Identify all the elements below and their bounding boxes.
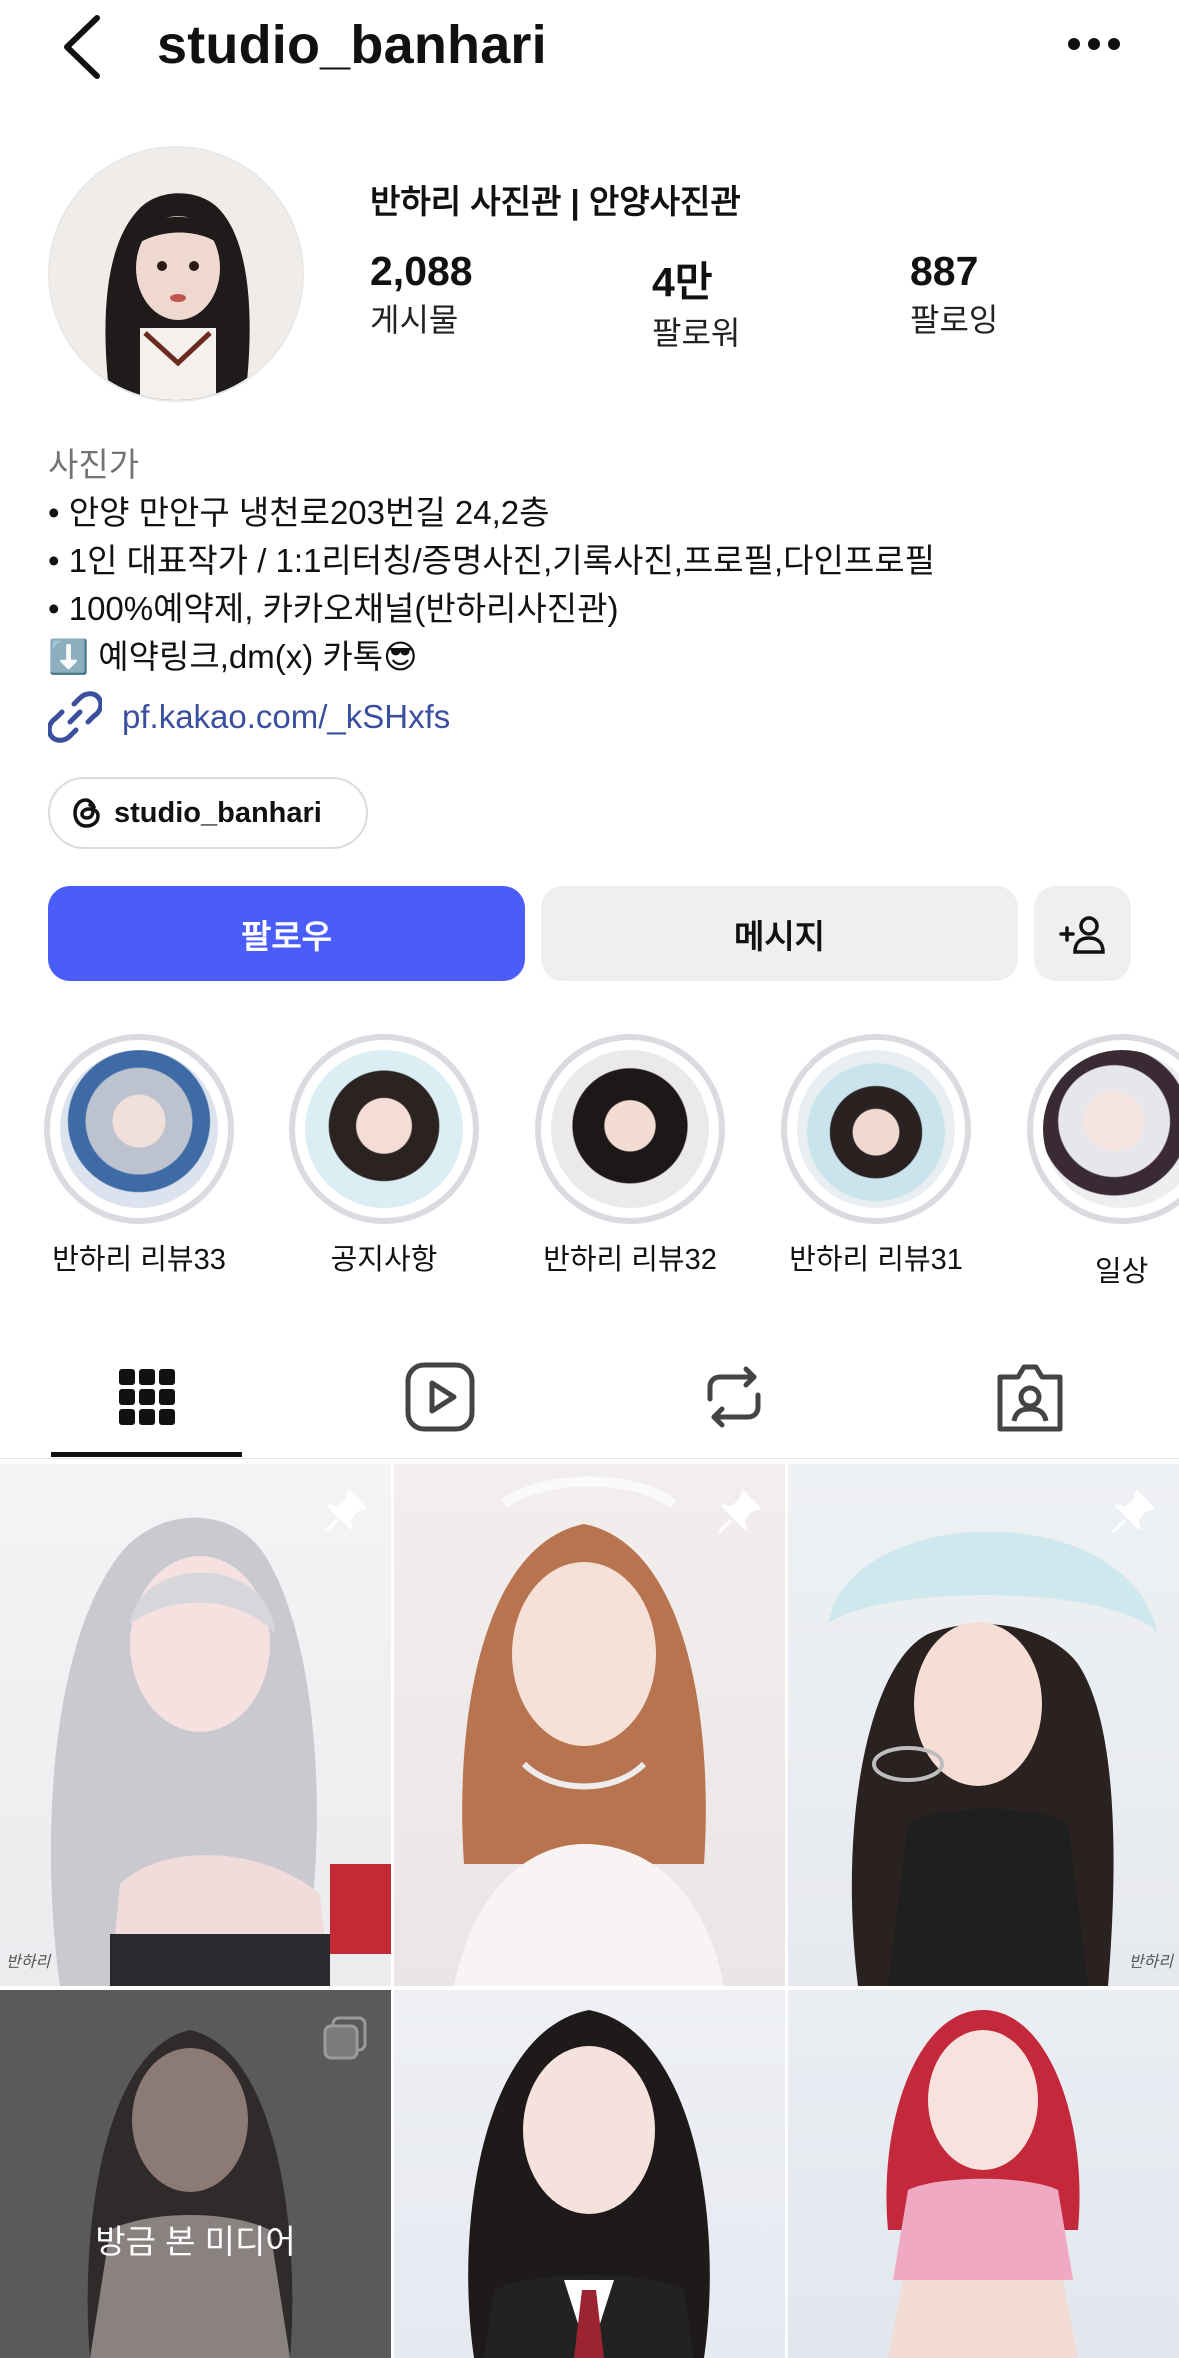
photographer-signature: 반하리 <box>1128 1952 1173 1971</box>
highlight-label: 일상 <box>1095 1256 1149 1288</box>
reels-icon <box>405 1362 475 1432</box>
profile-avatar[interactable] <box>48 146 304 402</box>
tab-grid[interactable] <box>107 1357 187 1437</box>
tab-reels[interactable] <box>400 1357 480 1437</box>
profile-display-name: 반하리 사진관 | 안양사진관 <box>370 183 741 220</box>
stat-posts-count: 2,088 <box>370 248 473 294</box>
active-tab-indicator <box>51 1452 242 1457</box>
back-button[interactable] <box>55 12 115 82</box>
stat-following-label: 팔로잉 <box>910 302 999 338</box>
highlight-ring <box>781 1034 971 1224</box>
threads-badge[interactable]: studio_banhari <box>48 777 368 849</box>
stat-followers[interactable]: 4만 팔로워 <box>652 248 740 354</box>
profile-link[interactable]: pf.kakao.com/_kSHxfs <box>48 690 450 744</box>
profile-category: 사진가 <box>48 446 140 483</box>
stat-followers-label: 팔로워 <box>652 315 741 351</box>
highlight-item[interactable]: 반하리 리뷰32 <box>535 1034 725 1278</box>
pin-icon <box>323 1490 367 1534</box>
stat-posts-label: 게시물 <box>370 302 459 338</box>
profile-username: studio_banhari <box>157 15 547 75</box>
highlight-cover <box>1043 1050 1179 1208</box>
bio-line: • 안양 만안구 냉천로203번길 24,2층 <box>48 494 550 531</box>
highlight-item[interactable]: 반하리 리뷰31 <box>781 1034 971 1278</box>
highlight-item[interactable] <box>1027 1034 1179 1224</box>
post-image <box>454 1476 724 1986</box>
highlight-ring <box>44 1034 234 1224</box>
bio-line: • 100%예약제, 카카오채널(반하리사진관) <box>48 590 619 627</box>
repost-icon <box>707 1366 761 1428</box>
message-button[interactable]: 메시지 <box>541 886 1018 981</box>
highlight-label: 반하리 리뷰33 <box>52 1244 226 1276</box>
post-tile[interactable] <box>394 1990 785 2358</box>
grid-icon <box>119 1369 175 1425</box>
highlight-label: 반하리 리뷰31 <box>789 1244 963 1276</box>
bio-line: • 1인 대표작가 / 1:1리터칭/증명사진,기록사진,프로필,다인프로필 <box>48 542 935 579</box>
avatar-image <box>50 148 302 400</box>
suggest-users-button[interactable] <box>1034 886 1131 981</box>
highlight-ring <box>1027 1034 1179 1224</box>
post-tile[interactable] <box>788 1990 1179 2358</box>
tab-reposts[interactable] <box>694 1357 774 1437</box>
post-tile[interactable]: 반하리 <box>0 1464 391 1986</box>
highlight-cover <box>797 1050 955 1208</box>
tagged-icon <box>997 1364 1063 1432</box>
post-tile[interactable]: 반하리 <box>788 1464 1179 1986</box>
stat-following[interactable]: 887 팔로잉 <box>910 248 998 341</box>
bio-line: ⬇️ 예약링크,dm(x) 카톡😎 <box>48 638 418 675</box>
stat-following-count: 887 <box>910 248 979 294</box>
post-tile[interactable] <box>394 1464 785 1986</box>
photographer-signature: 반하리 <box>6 1952 51 1971</box>
chevron-left-icon <box>64 15 100 79</box>
add-person-icon <box>1058 915 1105 954</box>
tab-tagged[interactable] <box>990 1357 1070 1437</box>
highlight-cover <box>305 1050 463 1208</box>
pin-icon <box>1111 1490 1155 1534</box>
recent-media-label: 방금 본 미디어 <box>95 2223 296 2260</box>
highlight-cover <box>551 1050 709 1208</box>
threads-handle: studio_banhari <box>114 796 322 829</box>
highlight-item[interactable]: 반하리 리뷰33 <box>44 1034 234 1278</box>
post-image <box>828 1531 1158 1986</box>
highlight-ring <box>289 1034 479 1224</box>
highlight-label: 공지사항 <box>330 1244 438 1276</box>
carousel-icon <box>323 2016 367 2060</box>
post-image <box>886 2010 1080 2358</box>
stat-followers-count: 4만 <box>652 259 713 305</box>
divider <box>0 1458 1179 1459</box>
threads-icon <box>73 798 100 828</box>
pin-icon <box>717 1490 761 1534</box>
post-image <box>50 1517 391 1986</box>
highlight-label: 반하리 리뷰32 <box>543 1244 717 1276</box>
stat-posts[interactable]: 2,088 게시물 <box>370 248 473 341</box>
highlight-ring <box>535 1034 725 1224</box>
highlight-item[interactable]: 공지사항 <box>289 1034 479 1278</box>
more-options-button[interactable] <box>1066 30 1122 60</box>
post-image <box>468 2010 710 2358</box>
link-icon <box>48 691 102 743</box>
highlight-cover <box>60 1050 218 1208</box>
profile-link-text: pf.kakao.com/_kSHxfs <box>122 698 451 735</box>
post-tile[interactable]: 방금 본 미디어 <box>0 1990 391 2358</box>
follow-button[interactable]: 팔로우 <box>48 886 525 981</box>
